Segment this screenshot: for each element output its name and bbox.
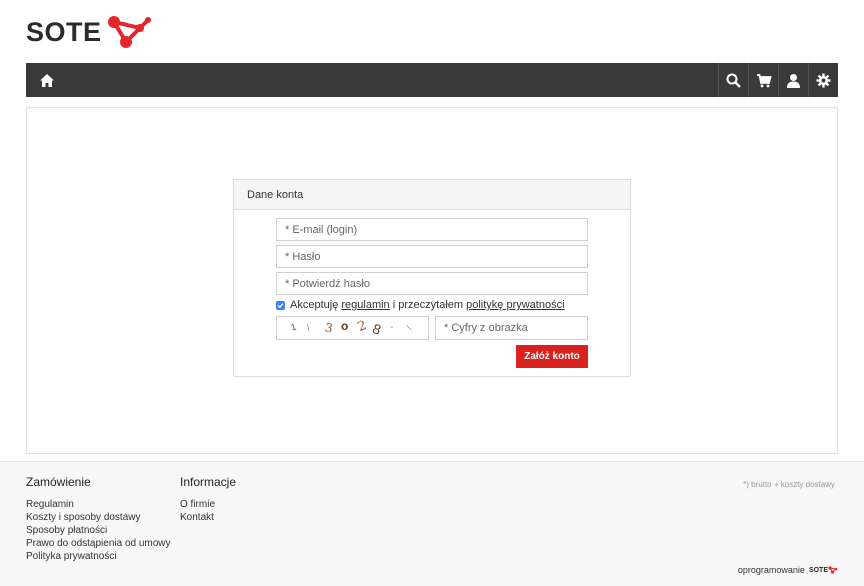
captcha-char: \ (307, 323, 310, 333)
email-placeholder: * E-mail (login) (285, 223, 358, 236)
footer-link-privacy[interactable]: Polityka prywatności (26, 550, 171, 563)
check-icon (277, 302, 284, 308)
captcha-input[interactable]: * Cyfry z obrazka (435, 316, 588, 340)
footer-column-info: Informacje O firmie Kontakt (180, 475, 236, 524)
password-placeholder: * Hasło (285, 250, 321, 263)
captcha-char: - (390, 322, 394, 333)
account-button[interactable] (778, 63, 808, 97)
footer-link-payments[interactable]: Sposoby płatności (26, 524, 171, 537)
user-icon (787, 73, 800, 88)
registration-panel: Dane konta * E-mail (login) * Hasło * Po… (233, 179, 631, 377)
footer-link-terms[interactable]: Regulamin (26, 498, 171, 511)
footer-link-shipping[interactable]: Koszty i sposoby dostawy (26, 511, 171, 524)
site-logo[interactable]: SOTE (26, 14, 152, 50)
footer-column-orders: Zamówienie Regulamin Koszty i sposoby do… (26, 475, 171, 563)
gear-icon (816, 73, 831, 87)
confirm-password-field[interactable]: * Potwierdź hasło (276, 272, 588, 295)
terms-row: Akceptuję regulamin i przeczytałem polit… (276, 299, 565, 311)
create-account-button[interactable]: Załóż konto (516, 345, 588, 368)
settings-button[interactable] (808, 63, 838, 97)
terms-link-regulamin[interactable]: regulamin (341, 299, 389, 311)
main-navbar (26, 63, 838, 97)
home-icon (40, 73, 54, 87)
terms-link-privacy[interactable]: politykę prywatności (466, 299, 564, 311)
search-icon (726, 73, 741, 88)
cart-icon (756, 73, 772, 87)
panel-title: Dane konta (234, 180, 630, 210)
terms-checkbox[interactable] (276, 300, 285, 310)
logo-text: SOTE (26, 16, 102, 47)
home-button[interactable] (34, 63, 60, 97)
captcha-char: \ (405, 323, 413, 333)
captcha-image: 1 \ 3 o 2 8 - \ (276, 316, 429, 340)
footer-heading-orders: Zamówienie (26, 475, 91, 489)
captcha-char: 3 (323, 320, 334, 336)
terms-prefix: Akceptuję (290, 299, 339, 311)
powered-brand: SOTE (808, 566, 828, 574)
powered-label: oprogramowanie (737, 565, 805, 575)
footer-heading-info: Informacje (180, 475, 237, 489)
captcha-char: 1 (289, 321, 298, 333)
terms-middle: i przeczytałem (392, 299, 464, 311)
mini-logo-icon (828, 566, 838, 574)
cart-button[interactable] (748, 63, 778, 97)
confirm-password-placeholder: * Potwierdź hasło (285, 277, 370, 290)
powered-by[interactable]: oprogramowanie SOTE (738, 565, 838, 575)
captcha-placeholder: * Cyfry z obrazka (444, 322, 528, 334)
email-field[interactable]: * E-mail (login) (276, 218, 588, 241)
price-note: *) brutto + koszty dostawy (743, 480, 835, 489)
captcha-char: o (341, 319, 349, 333)
footer-link-about[interactable]: O firmie (180, 498, 236, 511)
logo-molecule-icon (107, 16, 151, 48)
site-footer: Zamówienie Regulamin Koszty i sposoby do… (0, 461, 864, 586)
captcha-char: 2 (355, 318, 369, 335)
footer-link-withdrawal[interactable]: Prawo do odstąpienia od umowy (26, 537, 171, 550)
captcha-char: 8 (370, 320, 384, 338)
footer-link-contact[interactable]: Kontakt (180, 511, 236, 524)
search-button[interactable] (718, 63, 748, 97)
password-field[interactable]: * Hasło (276, 245, 588, 268)
